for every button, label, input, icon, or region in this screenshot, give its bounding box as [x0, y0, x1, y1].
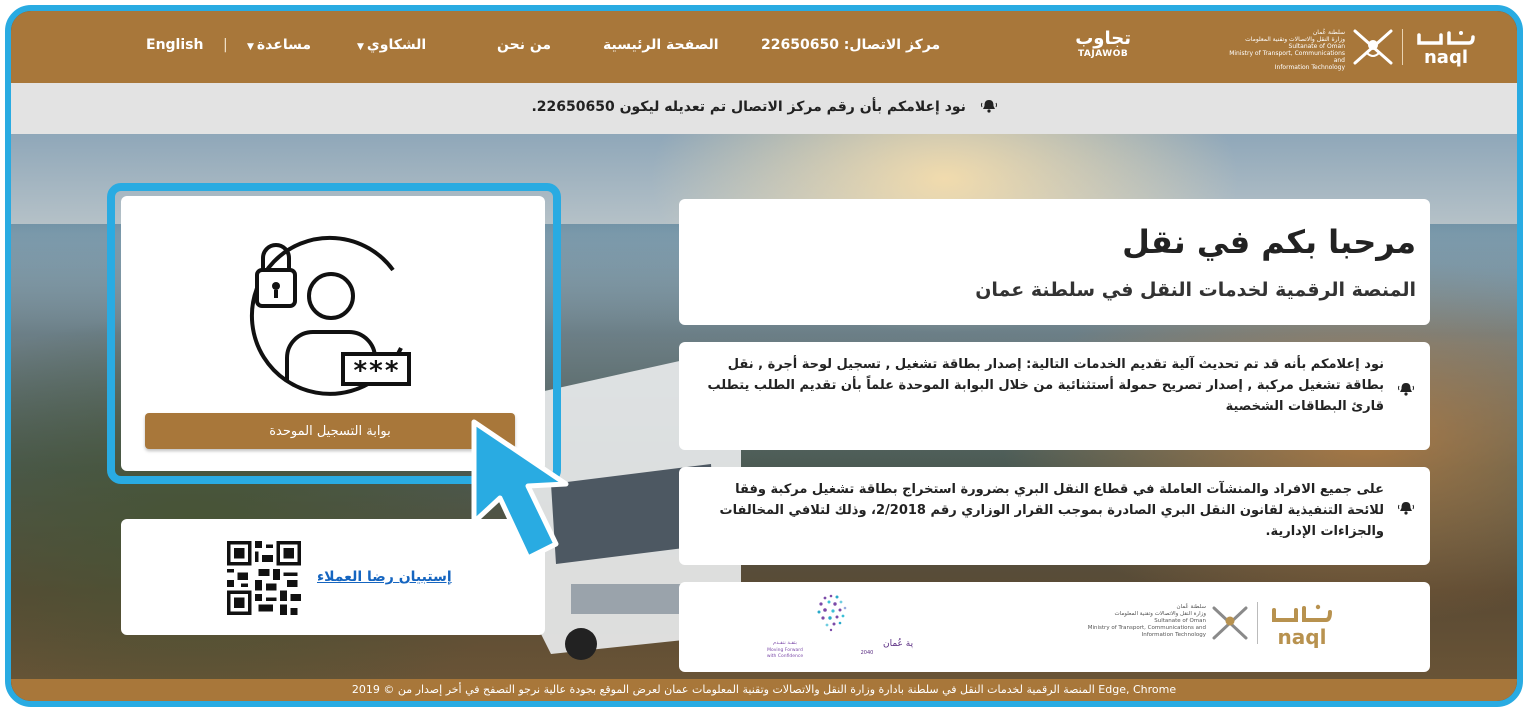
ministry-line: وزارة النقل والاتصالات وتقنية المعلومات — [1114, 611, 1206, 617]
vision-tagline: with Confidence — [767, 653, 804, 659]
ministry-line: Ministry of Transport, Communications an… — [1087, 625, 1206, 631]
chevron-down-icon: ▼ — [357, 42, 364, 52]
ministry-line: سلطنة عُمان — [1312, 29, 1345, 36]
announcement-card: نود إعلامكم بأنه قد تم تحديث آلية تقديم … — [679, 342, 1430, 450]
nav-complaints-dropdown[interactable]: ▼ الشكاوي — [357, 37, 426, 53]
tajawob-arabic: تجاوب — [1075, 28, 1131, 49]
ministry-line: سلطنة عُمان — [1176, 604, 1206, 610]
naql-brand-text: naql — [1424, 47, 1468, 67]
vision-tagline: بثقـة نتقـدم — [773, 640, 797, 646]
nav-complaints-label: الشكاوي — [366, 37, 427, 53]
footer-text: 2019 © المنصة الرقمية لخدمات النقل في سل… — [351, 683, 1177, 696]
nav-help-label: مساعدة — [256, 37, 312, 53]
ministry-line: Information Technology — [1141, 632, 1206, 638]
announcement-text: نود إعلامكم بأنه قد تم تحديث آلية تقديم … — [707, 357, 1384, 414]
nav-help-dropdown[interactable]: ▼ مساعدة — [247, 37, 311, 53]
oman-emblem-icon — [1212, 606, 1248, 640]
nav-separator: | — [223, 37, 228, 53]
chevron-down-icon: ▼ — [247, 42, 254, 52]
notice-bar: نود إعلامكم بأن رقم مركز الاتصال تم تعدي… — [11, 83, 1517, 134]
page-footer: 2019 © المنصة الرقمية لخدمات النقل في سل… — [11, 679, 1517, 701]
logo-divider — [1257, 602, 1258, 644]
welcome-title: مرحبا بكم في نقل — [1122, 223, 1416, 261]
password-mask-text: *** — [353, 356, 400, 386]
ministry-line: Ministry of Transport, Communications an… — [1229, 50, 1345, 64]
welcome-subtitle: المنصة الرقمية لخدمات النقل في سلطنة عما… — [975, 279, 1416, 301]
naql-logo-icon: naql — [1272, 604, 1332, 648]
ministry-line: Sultanate of Oman — [1154, 618, 1206, 624]
tajawob-english: TAJAWOB — [1077, 49, 1129, 59]
unified-login-portal-button[interactable]: بوابة التسجيل الموحدة — [145, 413, 515, 449]
bell-icon — [1398, 383, 1414, 396]
user-lock-icon: *** — [249, 235, 411, 396]
naql-logo-icon[interactable]: naql — [1411, 27, 1481, 67]
logo-divider — [1402, 29, 1403, 65]
partner-logos-card: naql سلطنة عُمان وزارة النقل والاتصالات … — [679, 582, 1430, 672]
naql-brand-text: naql — [1278, 625, 1327, 648]
vision-tagline: Moving Forward — [767, 647, 803, 653]
nav-contact-center[interactable]: مركز الاتصال: 22650650 — [761, 37, 940, 53]
nav-home[interactable]: الصفحة الرئيسية — [603, 37, 719, 53]
page-frame: English | ▼ مساعدة ▼ الشكاوي من نحن الصفحة… — [5, 5, 1523, 707]
announcement-card: على جميع الافراد والمنشآت العاملة في قطا… — [679, 467, 1430, 565]
top-navbar: English | ▼ مساعدة ▼ الشكاوي من نحن الصفحة… — [11, 11, 1517, 83]
customer-survey-link[interactable]: إستبيان رضا العملاء — [317, 569, 452, 585]
ministry-line: Information Technology — [1274, 64, 1345, 71]
bell-icon — [1398, 502, 1414, 515]
language-switch-english[interactable]: English — [146, 37, 203, 53]
oman-vision-2040-logo: رؤية عُمان 2040 بثقـة نتقـدم Moving Forw… — [767, 594, 913, 659]
announcement-text: على جميع الافراد والمنشآت العاملة في قطا… — [719, 482, 1384, 539]
ministry-line: وزارة النقل والاتصالات وتقنية المعلومات — [1245, 36, 1345, 43]
ministry-text: سلطنة عُمان وزارة النقل والاتصالات وتقني… — [1086, 604, 1206, 639]
pointer-arrow-icon — [471, 419, 569, 561]
qr-code-icon[interactable] — [226, 541, 302, 615]
vision-year-text: 2040 — [861, 650, 874, 656]
bell-icon — [980, 100, 997, 113]
vision-arabic-text: رؤية عُمان — [883, 638, 913, 649]
welcome-card: مرحبا بكم في نقل المنصة الرقمية لخدمات ا… — [679, 199, 1430, 325]
ministry-line: Sultanate of Oman — [1288, 43, 1345, 50]
ministry-text: سلطنة عُمان وزارة النقل والاتصالات وتقني… — [1225, 29, 1345, 71]
notice-text: نود إعلامكم بأن رقم مركز الاتصال تم تعدي… — [531, 99, 966, 115]
oman-emblem-icon — [1353, 29, 1393, 65]
tajawob-logo[interactable]: تجاوب TAJAWOB — [1075, 28, 1131, 60]
nav-about[interactable]: من نحن — [497, 37, 551, 53]
